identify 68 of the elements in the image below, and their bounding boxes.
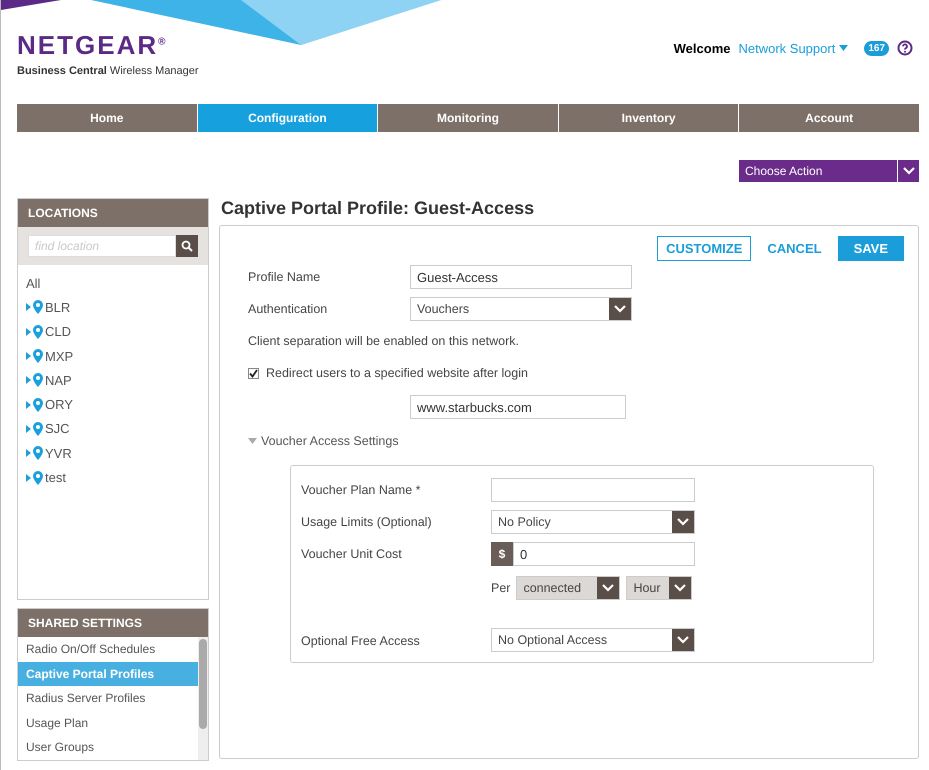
expand-arrow-icon[interactable] xyxy=(26,424,31,433)
expand-arrow-icon[interactable] xyxy=(26,474,31,482)
expand-arrow-icon[interactable] xyxy=(26,328,31,336)
page-title: Captive Portal Profile: Guest-Access xyxy=(221,198,536,219)
disclosure-arrow-icon xyxy=(248,438,257,444)
field-label: Profile Name xyxy=(248,270,322,284)
shared-settings-header: SHARED SETTINGS xyxy=(18,609,208,637)
choose-action-dropdown[interactable]: Choose Action xyxy=(739,160,919,182)
expand-arrow-icon[interactable] xyxy=(26,400,31,409)
expand-arrow-icon[interactable] xyxy=(26,303,31,312)
location-item[interactable]: ORY xyxy=(45,397,73,412)
location-item[interactable]: test xyxy=(45,470,66,486)
per-label: Per xyxy=(491,581,510,595)
field-label: Usage Limits (Optional) xyxy=(301,515,433,529)
location-item[interactable]: All xyxy=(26,271,200,296)
search-icon[interactable] xyxy=(176,235,198,257)
location-pin-icon xyxy=(33,300,43,314)
scrollbar-thumb[interactable] xyxy=(199,639,207,729)
location-pin-icon xyxy=(33,422,43,436)
location-item[interactable]: BLR xyxy=(45,300,70,315)
field-label: Authentication xyxy=(248,302,328,316)
location-item[interactable]: YVR xyxy=(45,446,72,461)
chevron-down-icon xyxy=(677,636,689,644)
redirect-url-field[interactable]: www.starbucks.com xyxy=(410,395,626,419)
location-item[interactable]: CLD xyxy=(45,324,72,340)
field-label: Optional Free Access xyxy=(301,634,421,648)
voucher-plan-name-field[interactable] xyxy=(491,478,695,502)
chevron-down-icon xyxy=(614,305,626,313)
chevron-down-icon xyxy=(602,584,614,592)
info-text: Client separation will be enabled on this network. xyxy=(248,334,519,348)
location-item[interactable]: MXP xyxy=(45,348,74,364)
currency-label: $ xyxy=(491,542,513,566)
location-pin-icon xyxy=(33,373,43,388)
per-unit-dropdown[interactable]: Hour xyxy=(626,576,692,600)
chevron-down-icon xyxy=(674,584,686,592)
product-name: Business Central Wireless Manager xyxy=(17,65,199,77)
location-item[interactable]: NAP xyxy=(45,372,72,388)
per-mode-dropdown[interactable]: connected xyxy=(516,576,620,600)
chevron-down-icon xyxy=(677,518,689,526)
location-pin-icon xyxy=(33,349,43,364)
field-label: Voucher Unit Cost xyxy=(301,547,403,561)
welcome-text: Welcome xyxy=(674,40,730,56)
unit-cost-field[interactable]: 0 xyxy=(513,542,695,566)
field-label: Voucher Plan Name * xyxy=(301,483,422,497)
expand-arrow-icon[interactable] xyxy=(26,352,31,360)
location-pin-icon xyxy=(33,398,43,412)
nav-tab[interactable]: Monitoring xyxy=(378,104,558,132)
checkbox-label: Redirect users to a specified website after login xyxy=(266,366,528,380)
usage-limits-dropdown[interactable]: No Policy xyxy=(491,510,695,534)
netgear-logo: NETGEAR$^{®}$ xyxy=(17,30,168,61)
expand-arrow-icon[interactable] xyxy=(26,376,31,384)
profile-name-field[interactable]: Guest-Access xyxy=(410,265,632,289)
location-pin-icon xyxy=(33,446,43,460)
nav-tab[interactable]: Account xyxy=(739,104,919,132)
redirect-checkbox[interactable] xyxy=(248,368,259,378)
voucher-settings-toggle[interactable]: Voucher Access Settings xyxy=(248,434,399,448)
help-icon[interactable] xyxy=(897,40,913,56)
location-pin-icon xyxy=(33,470,43,485)
authentication-dropdown[interactable]: Vouchers xyxy=(410,297,632,321)
location-item[interactable]: SJC xyxy=(45,421,70,436)
expand-arrow-icon[interactable] xyxy=(26,449,31,458)
locations-header: LOCATIONS xyxy=(18,199,208,227)
chevron-down-icon xyxy=(902,167,914,175)
nav-tab[interactable]: Home xyxy=(17,104,197,132)
nav-tab[interactable]: Inventory xyxy=(558,104,738,132)
location-pin-icon xyxy=(33,324,43,339)
dropdown-arrow-icon xyxy=(839,45,848,51)
free-access-dropdown[interactable]: No Optional Access xyxy=(491,628,695,652)
